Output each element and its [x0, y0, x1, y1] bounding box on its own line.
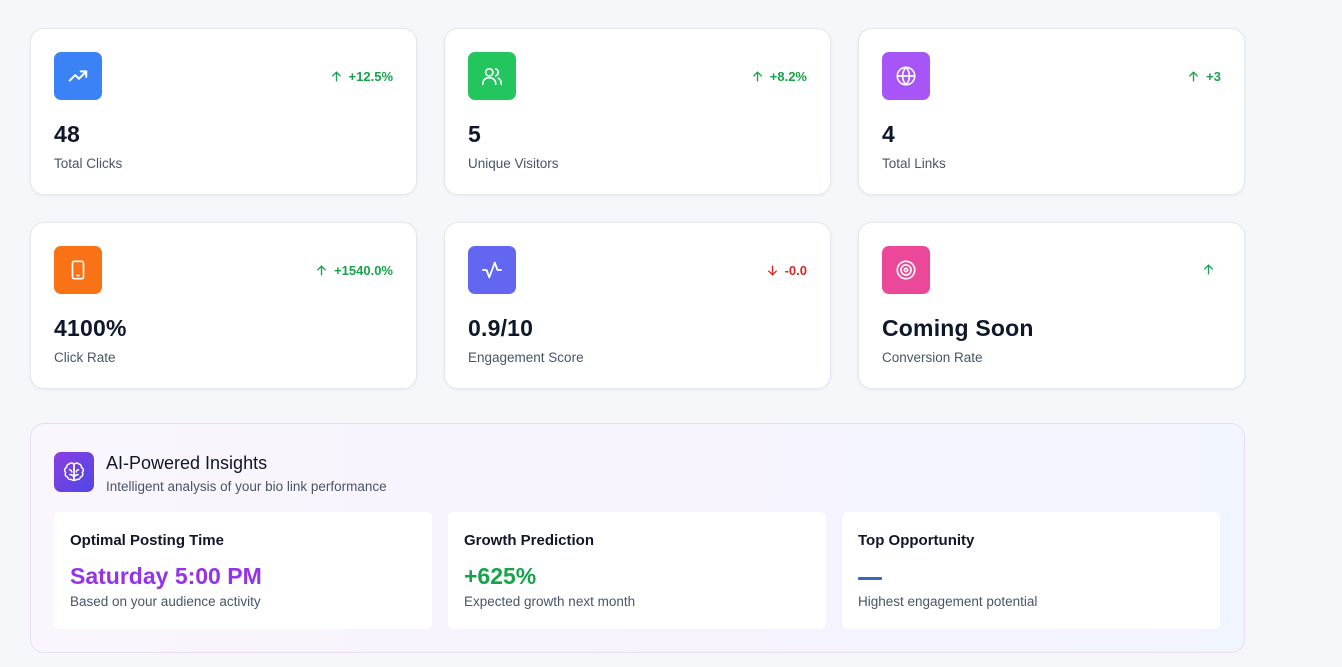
metric-value: 48 [54, 121, 80, 147]
trend-indicator [1202, 263, 1221, 276]
insight-value: Saturday 5:00 PM [70, 563, 262, 589]
insight-card-optimal-posting-time[interactable]: Optimal Posting Time Saturday 5:00 PM Ba… [54, 512, 432, 629]
insight-caption: Expected growth next month [464, 594, 636, 609]
metric-card-total-links[interactable]: +3 4 Total Links [858, 28, 1245, 195]
trend-indicator: +1540.0% [315, 263, 393, 278]
metric-label: Click Rate [54, 350, 116, 365]
metric-label: Unique Visitors [468, 156, 559, 171]
insight-title: Top Opportunity [858, 532, 975, 549]
empty-value-dash [858, 577, 882, 580]
ai-insights-title: AI-Powered Insights [106, 453, 268, 473]
metric-card-click-rate[interactable]: +1540.0% 4100% Click Rate [30, 222, 417, 389]
arrow-up-icon [1189, 71, 1199, 82]
trending-up-icon [54, 52, 102, 100]
insight-card-top-opportunity[interactable]: Top Opportunity Highest engagement poten… [842, 512, 1220, 629]
metric-value: 4100% [54, 315, 127, 341]
metric-card-conversion-rate[interactable]: Coming Soon Conversion Rate [858, 222, 1245, 389]
trend-indicator: -0.0 [766, 263, 807, 278]
metric-card-total-clicks[interactable]: +12.5% 48 Total Clicks [30, 28, 417, 195]
metric-label: Total Clicks [54, 156, 123, 171]
trend-indicator: +12.5% [330, 69, 393, 84]
arrow-up-icon [317, 265, 327, 276]
metric-card-engagement-score[interactable]: -0.0 0.9/10 Engagement Score [444, 222, 831, 389]
activity-icon [468, 246, 516, 294]
insight-card-growth-prediction[interactable]: Growth Prediction +625% Expected growth … [448, 512, 826, 629]
metric-value: 0.9/10 [468, 315, 534, 341]
trend-value: -0.0 [784, 263, 807, 278]
smartphone-icon [54, 246, 102, 294]
users-icon [468, 52, 516, 100]
metric-value: 4 [882, 121, 895, 147]
trend-value: +8.2% [769, 69, 807, 84]
metric-label: Conversion Rate [882, 350, 983, 365]
ai-insights-panel: AI-Powered Insights Intelligent analysis… [30, 423, 1245, 653]
insight-title: Optimal Posting Time [70, 532, 224, 549]
arrow-down-icon [767, 265, 777, 276]
metric-card-unique-visitors[interactable]: +8.2% 5 Unique Visitors [444, 28, 831, 195]
insight-caption: Based on your audience activity [70, 594, 261, 609]
target-icon [882, 246, 930, 294]
metric-value: Coming Soon [882, 315, 1034, 341]
trend-indicator: +8.2% [751, 69, 807, 84]
brain-icon [54, 452, 94, 492]
insight-title: Growth Prediction [464, 532, 595, 549]
ai-insights-subtitle: Intelligent analysis of your bio link pe… [106, 479, 387, 494]
trend-value: +12.5% [348, 69, 393, 84]
trend-indicator: +3 [1187, 69, 1221, 84]
metric-value: 5 [468, 121, 481, 147]
trend-value: +1540.0% [334, 263, 393, 278]
metric-label: Total Links [882, 156, 946, 171]
arrow-up-icon [1204, 264, 1213, 275]
arrow-up-icon [752, 71, 762, 82]
trend-value: +3 [1206, 69, 1221, 84]
metrics-grid: +12.5% 48 Total Clicks +8.2% 5 Unique Vi… [30, 28, 1245, 389]
arrow-up-icon [331, 71, 341, 82]
insight-value: +625% [464, 563, 537, 589]
globe-icon [882, 52, 930, 100]
insight-cards: Optimal Posting Time Saturday 5:00 PM Ba… [54, 512, 1220, 629]
insight-caption: Highest engagement potential [858, 594, 1038, 609]
metric-label: Engagement Score [468, 350, 584, 365]
